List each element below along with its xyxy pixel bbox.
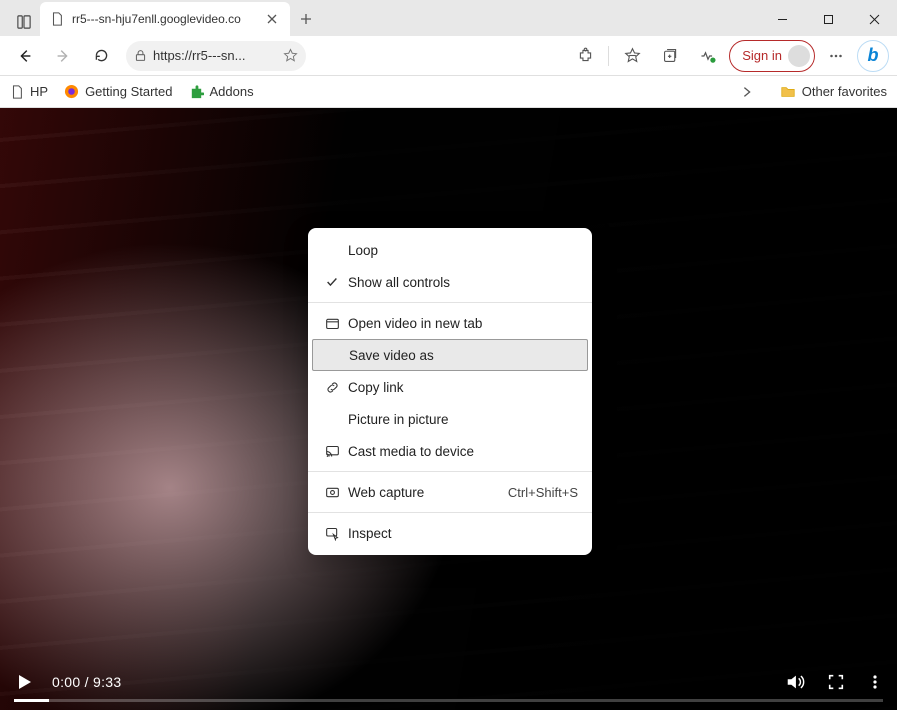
- forward-button[interactable]: [46, 39, 80, 73]
- browser-tab[interactable]: rr5---sn-hju7enll.googlevideo.co: [40, 2, 290, 36]
- star-icon[interactable]: [283, 48, 298, 63]
- menu-inspect[interactable]: Inspect: [308, 517, 592, 549]
- puzzle-icon: [189, 84, 204, 99]
- menu-label: Copy link: [348, 380, 578, 395]
- bookmarks-bar: HP Getting Started Addons Other favorite…: [0, 76, 897, 108]
- menu-open-new-tab[interactable]: Open video in new tab: [308, 307, 592, 339]
- url-text: https://rr5---sn...: [153, 48, 277, 63]
- tab-title: rr5---sn-hju7enll.googlevideo.co: [72, 12, 256, 26]
- tab-icon: [322, 316, 342, 331]
- more-button[interactable]: [819, 39, 853, 73]
- page-icon: [10, 85, 24, 99]
- cast-icon: [322, 444, 342, 459]
- video-more-button[interactable]: [867, 674, 883, 690]
- bing-icon: b: [868, 45, 879, 66]
- link-icon: [322, 380, 342, 395]
- volume-button[interactable]: [785, 672, 805, 692]
- menu-label: Picture in picture: [348, 412, 578, 427]
- menu-label: Web capture: [348, 485, 502, 500]
- menu-save-video-as[interactable]: Save video as: [312, 339, 588, 371]
- menu-label: Cast media to device: [348, 444, 578, 459]
- health-icon[interactable]: [691, 39, 725, 73]
- menu-show-all-controls[interactable]: Show all controls: [308, 266, 592, 298]
- favorites-button[interactable]: [615, 39, 649, 73]
- firefox-icon: [64, 84, 79, 99]
- folder-icon: [780, 84, 796, 100]
- other-favorites-label: Other favorites: [802, 84, 887, 99]
- bing-button[interactable]: b: [857, 40, 889, 72]
- menu-copy-link[interactable]: Copy link: [308, 371, 592, 403]
- chevron-right-icon[interactable]: [730, 75, 764, 109]
- bookmark-hp[interactable]: HP: [10, 84, 48, 99]
- check-icon: [322, 275, 342, 289]
- extensions-button[interactable]: [568, 39, 602, 73]
- menu-web-capture[interactable]: Web capture Ctrl+Shift+S: [308, 476, 592, 508]
- browser-toolbar: https://rr5---sn... Sign in b: [0, 36, 897, 76]
- menu-shortcut: Ctrl+Shift+S: [508, 485, 578, 500]
- menu-label: Inspect: [348, 526, 578, 541]
- menu-loop[interactable]: Loop: [308, 234, 592, 266]
- tab-actions-button[interactable]: [8, 8, 40, 36]
- menu-label: Open video in new tab: [348, 316, 578, 331]
- lock-icon: [134, 49, 147, 62]
- menu-label: Show all controls: [348, 275, 578, 290]
- title-bar: rr5---sn-hju7enll.googlevideo.co: [0, 0, 897, 36]
- address-bar[interactable]: https://rr5---sn...: [126, 41, 306, 71]
- other-favorites[interactable]: Other favorites: [780, 84, 887, 100]
- close-icon[interactable]: [264, 11, 280, 27]
- menu-label: Loop: [348, 243, 578, 258]
- refresh-button[interactable]: [84, 39, 118, 73]
- signin-button[interactable]: Sign in: [729, 40, 815, 72]
- video-time: 0:00 / 9:33: [52, 674, 121, 690]
- back-button[interactable]: [8, 39, 42, 73]
- bookmark-addons[interactable]: Addons: [189, 84, 254, 99]
- avatar-icon: [788, 45, 810, 67]
- bookmark-getting-started[interactable]: Getting Started: [64, 84, 172, 99]
- inspect-icon: [322, 526, 342, 541]
- video-progress-filled: [14, 699, 49, 702]
- close-window-button[interactable]: [851, 2, 897, 36]
- play-button[interactable]: [14, 672, 34, 692]
- fullscreen-button[interactable]: [827, 673, 845, 691]
- bookmark-label: Addons: [210, 84, 254, 99]
- bookmark-label: Getting Started: [85, 84, 172, 99]
- new-tab-button[interactable]: [290, 2, 322, 36]
- minimize-button[interactable]: [759, 2, 805, 36]
- context-menu: Loop Show all controls Open video in new…: [308, 228, 592, 555]
- menu-picture-in-picture[interactable]: Picture in picture: [308, 403, 592, 435]
- video-viewport[interactable]: 0:00 / 9:33 Loop Show all controls: [0, 108, 897, 710]
- capture-icon: [322, 485, 342, 500]
- menu-label: Save video as: [349, 348, 577, 363]
- signin-label: Sign in: [742, 48, 782, 63]
- video-progress[interactable]: [14, 699, 883, 702]
- page-icon: [50, 12, 64, 26]
- window-controls: [759, 2, 897, 36]
- collections-button[interactable]: [653, 39, 687, 73]
- maximize-button[interactable]: [805, 2, 851, 36]
- menu-cast[interactable]: Cast media to device: [308, 435, 592, 467]
- bookmark-label: HP: [30, 84, 48, 99]
